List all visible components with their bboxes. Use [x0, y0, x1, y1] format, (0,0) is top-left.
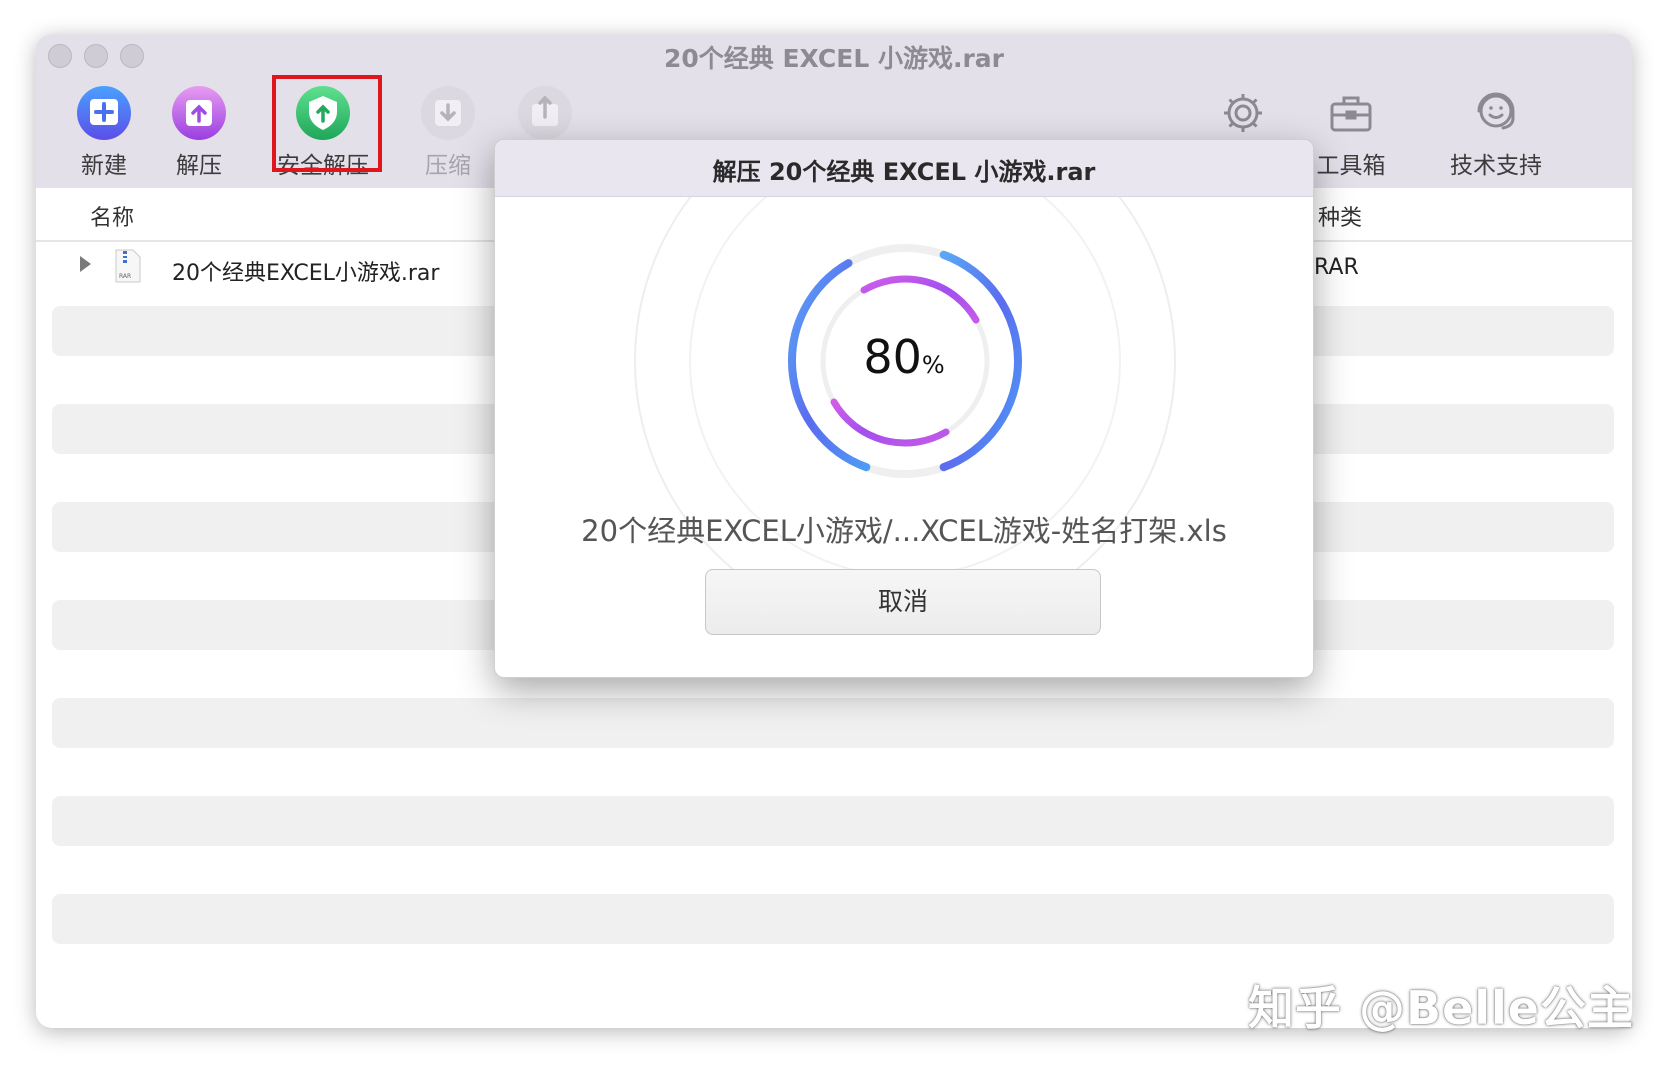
rar-file-icon: RAR	[115, 249, 141, 283]
plus-icon	[77, 86, 131, 140]
new-label: 新建	[81, 153, 127, 179]
progress-value: 80	[863, 330, 922, 384]
progress-arc-inner	[860, 275, 980, 324]
progress-unit: %	[921, 351, 945, 379]
disclosure-triangle-icon[interactable]	[80, 256, 91, 272]
extract-icon	[172, 86, 226, 140]
share-button[interactable]	[490, 84, 600, 142]
svg-text:RAR: RAR	[119, 273, 131, 280]
cancel-button[interactable]: 取消	[705, 569, 1101, 635]
compress-button[interactable]: 压缩	[393, 84, 503, 180]
gear-icon	[1224, 94, 1262, 132]
empty-row-stripe	[52, 796, 1614, 846]
extract-label: 解压	[176, 153, 222, 179]
safe-extract-highlight	[272, 75, 382, 172]
watermark: 知乎 @Belle公主	[1248, 981, 1635, 1035]
support-label: 技术支持	[1450, 153, 1542, 179]
toolbox-icon	[1330, 96, 1372, 132]
support-icon	[1477, 92, 1515, 130]
new-button[interactable]: 新建	[49, 84, 159, 180]
extract-progress-dialog: 解压 20个经典 EXCEL 小游戏.rar 80% 20个经典EXCEL小游戏…	[494, 139, 1314, 678]
column-name-header[interactable]: 名称	[90, 200, 134, 232]
progress-percent: 80%	[495, 330, 1313, 384]
current-file-path: 20个经典EXCEL小游戏/...XCEL游戏-姓名打架.xls	[581, 514, 1227, 548]
file-name: 20个经典EXCEL小游戏.rar	[172, 261, 440, 286]
compress-label: 压缩	[425, 153, 471, 179]
progress-arc-inner	[830, 398, 950, 447]
column-kind-header[interactable]: 种类	[1318, 200, 1362, 232]
support-button[interactable]: 技术支持	[1434, 84, 1558, 180]
window-title: 20个经典 EXCEL 小游戏.rar	[663, 44, 1005, 73]
file-kind: RAR	[1314, 255, 1359, 280]
extract-button[interactable]: 解压	[144, 84, 254, 180]
compress-icon	[421, 86, 475, 140]
share-icon	[518, 86, 572, 140]
dialog-title: 解压 20个经典 EXCEL 小游戏.rar	[712, 158, 1096, 186]
empty-row-stripe	[52, 894, 1614, 944]
dialog-header: 解压 20个经典 EXCEL 小游戏.rar	[495, 140, 1313, 197]
empty-row-stripe	[52, 698, 1614, 748]
